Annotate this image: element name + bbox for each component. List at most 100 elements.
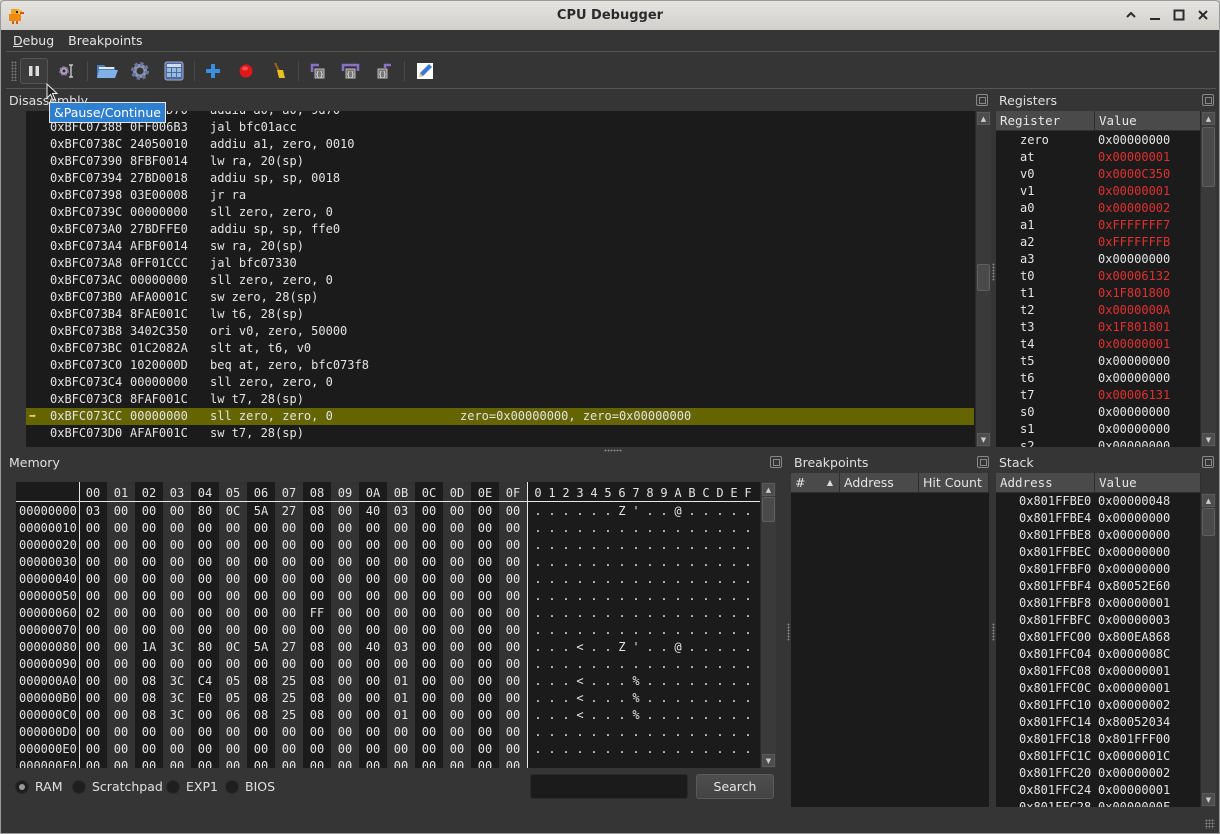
step-button[interactable] bbox=[53, 58, 81, 84]
memory-ascii-char[interactable]: . bbox=[531, 537, 545, 554]
memory-byte[interactable]: 00 bbox=[303, 554, 331, 571]
memory-byte[interactable]: 00 bbox=[79, 520, 107, 537]
memory-byte[interactable]: 00 bbox=[331, 520, 359, 537]
memory-ascii-char[interactable]: . bbox=[629, 622, 643, 639]
memory-ascii-char[interactable]: . bbox=[559, 656, 573, 673]
memory-ascii-char[interactable]: . bbox=[629, 520, 643, 537]
memory-byte[interactable]: 08 bbox=[303, 673, 331, 690]
memory-byte[interactable]: 00 bbox=[499, 690, 527, 707]
memory-byte[interactable]: 00 bbox=[275, 537, 303, 554]
register-row[interactable]: t7 0x00006131 bbox=[996, 387, 1196, 404]
memory-byte[interactable]: 00 bbox=[79, 724, 107, 741]
memory-byte[interactable]: 00 bbox=[247, 571, 275, 588]
memory-ascii-char[interactable]: . bbox=[741, 758, 755, 768]
memory-ascii-char[interactable]: . bbox=[741, 690, 755, 707]
memory-ascii-char[interactable]: . bbox=[741, 656, 755, 673]
memory-ascii-char[interactable]: . bbox=[671, 605, 685, 622]
memory-ascii-char[interactable]: . bbox=[699, 605, 713, 622]
memory-byte[interactable]: 3C bbox=[163, 639, 191, 656]
memory-byte[interactable]: 03 bbox=[387, 503, 415, 520]
scroll-up-icon[interactable]: ▲ bbox=[1202, 494, 1215, 507]
memory-ascii-char[interactable]: . bbox=[545, 690, 559, 707]
stack-row[interactable]: 0x801FFC28 0x0000000F bbox=[996, 799, 1196, 807]
memory-ascii-char[interactable]: . bbox=[685, 571, 699, 588]
memory-ascii-char[interactable]: . bbox=[615, 741, 629, 758]
disassembly-row[interactable]: 0xBFC073A0 27BDFFE0 addiu sp, sp, ffe0 bbox=[26, 221, 974, 238]
memory-byte[interactable]: 00 bbox=[443, 554, 471, 571]
memory-ascii-char[interactable]: . bbox=[643, 571, 657, 588]
breakpoints-header-hit-count[interactable]: Hit Count bbox=[919, 473, 989, 493]
memory-byte[interactable]: 00 bbox=[275, 605, 303, 622]
memory-ascii-char[interactable]: . bbox=[699, 571, 713, 588]
memory-byte[interactable]: 00 bbox=[135, 741, 163, 758]
memory-ascii-char[interactable]: . bbox=[615, 520, 629, 537]
memory-byte[interactable]: 00 bbox=[471, 605, 499, 622]
memory-ascii-char[interactable]: . bbox=[559, 622, 573, 639]
memory-byte[interactable]: 00 bbox=[331, 673, 359, 690]
memory-byte[interactable]: 00 bbox=[135, 520, 163, 537]
memory-ascii-char[interactable]: . bbox=[643, 554, 657, 571]
memory-byte[interactable]: 00 bbox=[247, 741, 275, 758]
memory-ascii-char[interactable]: . bbox=[587, 741, 601, 758]
memory-ascii-char[interactable]: . bbox=[741, 554, 755, 571]
memory-ascii-char[interactable]: . bbox=[601, 690, 615, 707]
memory-byte[interactable]: 00 bbox=[191, 622, 219, 639]
memory-ascii-char[interactable]: . bbox=[573, 571, 587, 588]
memory-ascii-char[interactable]: . bbox=[643, 588, 657, 605]
region-radio-ram[interactable]: RAM bbox=[15, 779, 63, 794]
memory-byte[interactable]: 00 bbox=[275, 622, 303, 639]
memory-ascii-char[interactable]: . bbox=[643, 639, 657, 656]
memory-byte[interactable]: 05 bbox=[219, 673, 247, 690]
memory-byte[interactable]: 0C bbox=[219, 503, 247, 520]
open-button[interactable] bbox=[93, 58, 121, 84]
memory-byte[interactable]: 00 bbox=[135, 656, 163, 673]
memory-byte[interactable]: 00 bbox=[107, 690, 135, 707]
memory-ascii-char[interactable]: . bbox=[727, 741, 741, 758]
memory-byte[interactable]: 00 bbox=[471, 741, 499, 758]
memory-ascii-char[interactable]: . bbox=[727, 656, 741, 673]
memory-ascii-char[interactable]: . bbox=[685, 707, 699, 724]
memory-byte[interactable]: 00 bbox=[499, 554, 527, 571]
memory-byte[interactable]: 00 bbox=[331, 554, 359, 571]
memory-search-input[interactable] bbox=[530, 774, 688, 799]
memory-byte[interactable]: 00 bbox=[191, 724, 219, 741]
pause-continue-button[interactable] bbox=[20, 58, 48, 84]
memory-ascii-char[interactable]: . bbox=[741, 537, 755, 554]
memory-byte[interactable]: 00 bbox=[219, 622, 247, 639]
memory-ascii-char[interactable]: . bbox=[685, 758, 699, 768]
memory-byte[interactable]: 5A bbox=[247, 639, 275, 656]
memory-byte[interactable]: 00 bbox=[387, 741, 415, 758]
memory-byte[interactable]: 27 bbox=[275, 503, 303, 520]
memory-byte[interactable]: 08 bbox=[303, 503, 331, 520]
memory-byte[interactable]: 00 bbox=[443, 520, 471, 537]
memory-ascii-char[interactable]: . bbox=[699, 758, 713, 768]
memory-byte[interactable]: 01 bbox=[387, 673, 415, 690]
memory-ascii-char[interactable]: . bbox=[545, 741, 559, 758]
memory-ascii-char[interactable]: Z bbox=[615, 503, 629, 520]
memory-ascii-char[interactable]: . bbox=[699, 656, 713, 673]
memory-byte[interactable]: FF bbox=[303, 605, 331, 622]
memory-ascii-char[interactable]: . bbox=[727, 537, 741, 554]
memory-byte[interactable]: 00 bbox=[387, 588, 415, 605]
memory-ascii-char[interactable]: . bbox=[545, 622, 559, 639]
memory-byte[interactable]: 00 bbox=[191, 588, 219, 605]
stack-table[interactable]: Address Value 0x801FFBE0 0x00000048 0x801F… bbox=[996, 473, 1201, 807]
memory-byte[interactable]: 00 bbox=[443, 622, 471, 639]
memory-ascii-char[interactable]: . bbox=[685, 741, 699, 758]
memory-ascii-char[interactable]: . bbox=[587, 673, 601, 690]
memory-ascii-char[interactable]: . bbox=[531, 741, 545, 758]
memory-byte[interactable]: 00 bbox=[163, 537, 191, 554]
memory-ascii-char[interactable]: . bbox=[587, 639, 601, 656]
memory-ascii-char[interactable]: . bbox=[531, 622, 545, 639]
register-row[interactable]: t6 0x00000000 bbox=[996, 370, 1196, 387]
memory-byte[interactable]: 25 bbox=[275, 673, 303, 690]
memory-byte[interactable]: 00 bbox=[471, 673, 499, 690]
memory-byte[interactable]: 00 bbox=[443, 656, 471, 673]
memory-ascii-char[interactable]: . bbox=[699, 554, 713, 571]
memory-ascii-char[interactable]: . bbox=[615, 690, 629, 707]
memory-byte[interactable]: 00 bbox=[499, 639, 527, 656]
memory-byte[interactable]: 00 bbox=[499, 724, 527, 741]
memory-byte[interactable]: 00 bbox=[359, 690, 387, 707]
memory-byte[interactable]: 00 bbox=[219, 758, 247, 768]
scroll-down-icon[interactable]: ▼ bbox=[1202, 793, 1215, 806]
